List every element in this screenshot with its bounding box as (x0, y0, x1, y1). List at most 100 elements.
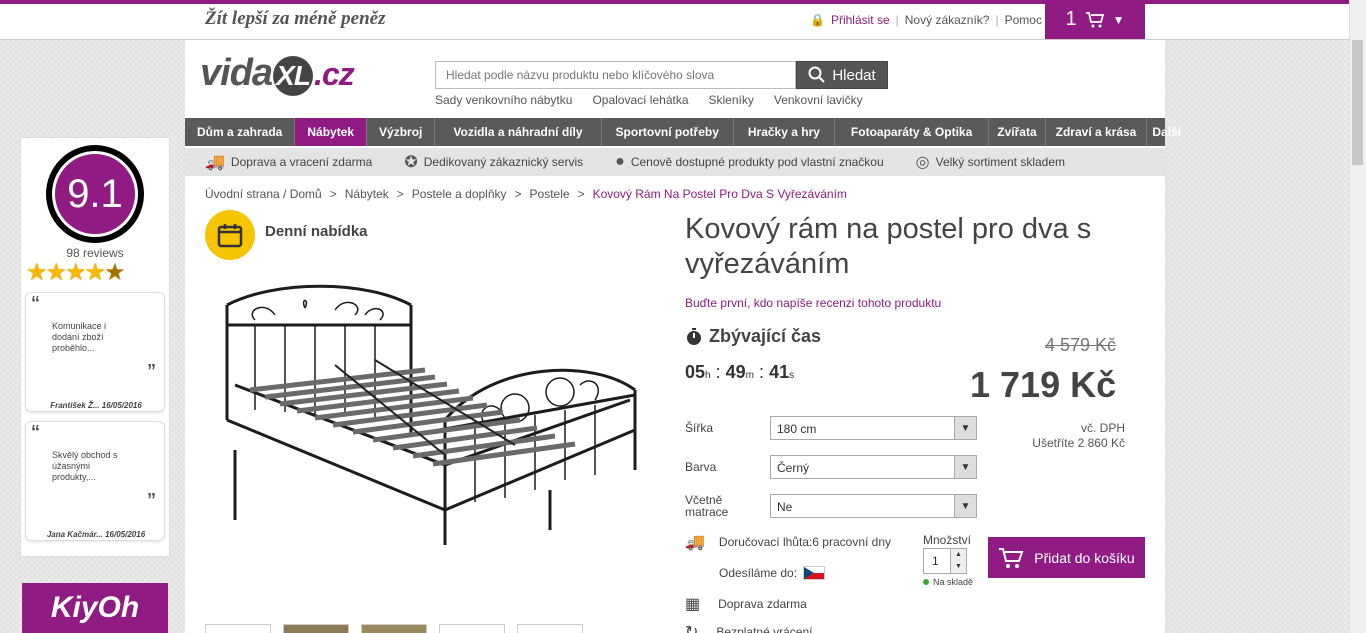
thumbnail[interactable] (517, 624, 583, 633)
new-customer-link[interactable]: Nový zákazník? (905, 13, 990, 27)
width-select[interactable]: 180 cm ▼ (770, 416, 977, 440)
dropdown-arrow-icon: ▼ (954, 495, 976, 517)
breadcrumb-link[interactable]: Postele (530, 187, 570, 201)
add-to-cart-label: Přidat do košíku (1034, 549, 1135, 566)
main-nav: Dům a zahrada Nábytek Výzbroj Vozidla a … (185, 118, 1181, 146)
quote-close-icon: ” (147, 361, 156, 381)
mattress-select[interactable]: Ne ▼ (770, 494, 977, 518)
daily-offer-label: Denní nabídka (265, 223, 368, 240)
nav-item-sports[interactable]: Sportovní potřeby (602, 118, 734, 146)
breadcrumb-separator: > (514, 187, 522, 201)
search-icon (808, 66, 826, 83)
thumbnail[interactable] (205, 624, 271, 633)
review-card[interactable]: “ Skvělý obchod s úžasnými produkty,... … (25, 421, 165, 541)
kiyoh-logo[interactable]: KiyOh (22, 583, 168, 633)
logo-text: vida (200, 52, 273, 94)
badge-icon: ✪ (404, 154, 418, 171)
breadcrumb-separator: > (329, 187, 337, 201)
dropdown-arrow-icon: ▼ (954, 456, 976, 478)
nav-item-health[interactable]: Zdraví a krása (1046, 118, 1148, 146)
timer-separator: : (715, 362, 721, 382)
nav-item-furniture[interactable]: Nábytek (295, 118, 368, 146)
timer-label: Zbývající čas (685, 326, 821, 347)
vat-label: vč. DPH (1080, 421, 1125, 435)
truck-icon: 🚚 (205, 154, 225, 171)
rating-score-badge[interactable]: 9.1 (46, 145, 144, 243)
truck-icon: 🚚 (685, 534, 705, 551)
calendar-icon (205, 210, 255, 260)
stepper-arrows-icon[interactable]: ▲ ▼ (950, 549, 966, 573)
review-author: František Ž... 16/05/2016 (50, 401, 142, 410)
login-link[interactable]: Přihlásit se (831, 13, 890, 27)
nav-item-vehicles[interactable]: Vozidla a náhradní díly (435, 118, 602, 146)
quantity-stepper[interactable]: 1 ▲ ▼ (923, 548, 967, 574)
usp-service: ✪ Dedikovaný zákaznický servis (404, 152, 583, 172)
timer-separator: : (759, 362, 765, 382)
cart-count: 1 (1065, 8, 1077, 30)
free-shipping-label: Doprava zdarma (718, 597, 807, 611)
savings-label: Ušetříte 2 860 Kč (1032, 436, 1125, 450)
usp-label: Velký sortiment skladem (935, 155, 1066, 169)
quantity-label: Množství (923, 533, 972, 547)
ship-to-label: Odesíláme do: (719, 566, 798, 580)
stock-status: Na skladě (923, 577, 973, 587)
timer-hours: 05 (685, 362, 706, 382)
lock-icon: 🔒 (810, 13, 825, 27)
help-link[interactable]: Pomoc (1005, 13, 1042, 27)
czech-flag-icon (803, 566, 826, 580)
nav-item-animals[interactable]: Zvířata (989, 118, 1046, 146)
quote-open-icon: “ (31, 422, 40, 442)
nav-item-home-garden[interactable]: Dům a zahrada (185, 118, 296, 146)
star-icon: ★ (45, 259, 67, 286)
usp-bar: 🚚 Doprava a vracení zdarma ✪ Dedikovaný zá… (185, 148, 1165, 176)
usp-shipping: 🚚 Doprava a vracení zdarma (205, 152, 372, 172)
suggestion-link[interactable]: Opalovací lehátka (592, 93, 688, 107)
nav-item-toys[interactable]: Hračky a hry (734, 118, 835, 146)
breadcrumb-link[interactable]: Úvodní strana / Domů (205, 187, 322, 201)
suggestion-link[interactable]: Venkovní lavičky (774, 93, 863, 107)
color-value: Černý (777, 461, 810, 475)
timer-minutes: 49 (725, 362, 746, 382)
breadcrumb-link[interactable]: Postele a doplňky (412, 187, 507, 201)
free-return: ↻ Bezplatné vrácení (685, 622, 812, 633)
thumbnail[interactable] (283, 624, 349, 633)
current-price: 1 719 Kč (970, 364, 1117, 405)
write-review-link[interactable]: Buďte první, kdo napíše recenzi tohoto p… (685, 296, 941, 310)
suggestion-link[interactable]: Sady venkovního nábytku (435, 93, 572, 107)
search-button-label: Hledat (832, 66, 876, 84)
scrollbar-thumb[interactable] (1352, 40, 1363, 165)
search-input[interactable] (435, 61, 796, 89)
color-select[interactable]: Černý ▼ (770, 455, 977, 479)
timer-label-text: Zbývající čas (709, 326, 822, 346)
breadcrumb-link[interactable]: Nábytek (345, 187, 389, 201)
cart-button[interactable]: 1 ▼ (1045, 0, 1145, 39)
timer-hours-unit: h (705, 370, 711, 381)
timer-seconds: 41 (769, 362, 790, 382)
suggestion-link[interactable]: Skleníky (709, 93, 754, 107)
add-to-cart-button[interactable]: Přidat do košíku (988, 537, 1145, 578)
quote-open-icon: “ (31, 293, 40, 313)
review-card[interactable]: “ Komunikace i dodání zboží proběhlo... … (25, 292, 165, 412)
logo[interactable]: vida XL .cz (200, 52, 355, 96)
breadcrumb-current: Kovový Rám Na Postel Pro Dva S Vyřezáván… (592, 187, 847, 201)
thumbnail[interactable] (439, 624, 505, 633)
product-image[interactable] (215, 280, 655, 555)
option-label-color: Barva (685, 460, 717, 474)
stock-label: Na skladě (933, 577, 974, 587)
cart-icon (1085, 11, 1104, 27)
rating-score: 9.1 (52, 151, 138, 237)
usp-stock: ◎ Velký sortiment skladem (916, 152, 1065, 172)
search-button[interactable]: Hledat (796, 61, 888, 89)
calculator-icon: ▦ (685, 596, 701, 613)
in-stock-dot-icon (923, 579, 929, 585)
top-bar (0, 4, 1349, 40)
review-text: Komunikace i dodání zboží proběhlo... (52, 321, 107, 353)
star-icon: ★ (26, 259, 47, 286)
option-label-mattress: Včetně matrace (685, 493, 729, 519)
nav-item-cameras[interactable]: Fotoaparáty & Optika (835, 118, 990, 146)
return-icon: ↻ (685, 624, 699, 633)
search-suggestions: Sady venkovního nábytku Opalovací lehátk… (435, 93, 863, 107)
nav-item-more[interactable]: Další (1147, 118, 1186, 146)
thumbnail[interactable] (361, 624, 427, 633)
nav-item-equipment[interactable]: Výzbroj (367, 118, 436, 146)
